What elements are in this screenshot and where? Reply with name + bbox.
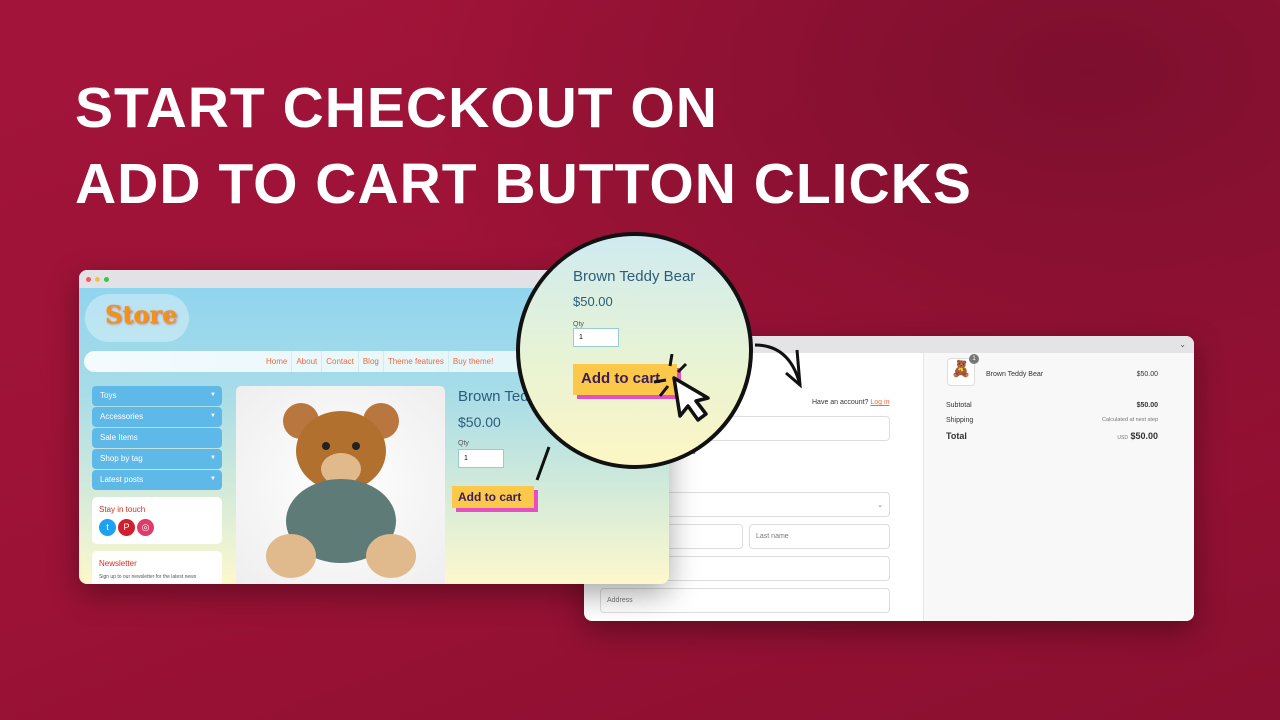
product-title: Brown Teddy Bear bbox=[573, 268, 696, 285]
magnifier-pointer-line bbox=[535, 446, 551, 481]
cursor-click-icon bbox=[653, 354, 710, 422]
qty-input[interactable]: 1 bbox=[573, 328, 619, 347]
qty-label: Qty bbox=[573, 321, 584, 328]
magnifier-callout: Brown Teddy Bear $50.00 Qty 1 Add to car… bbox=[516, 232, 753, 469]
product-price: $50.00 bbox=[573, 294, 613, 309]
